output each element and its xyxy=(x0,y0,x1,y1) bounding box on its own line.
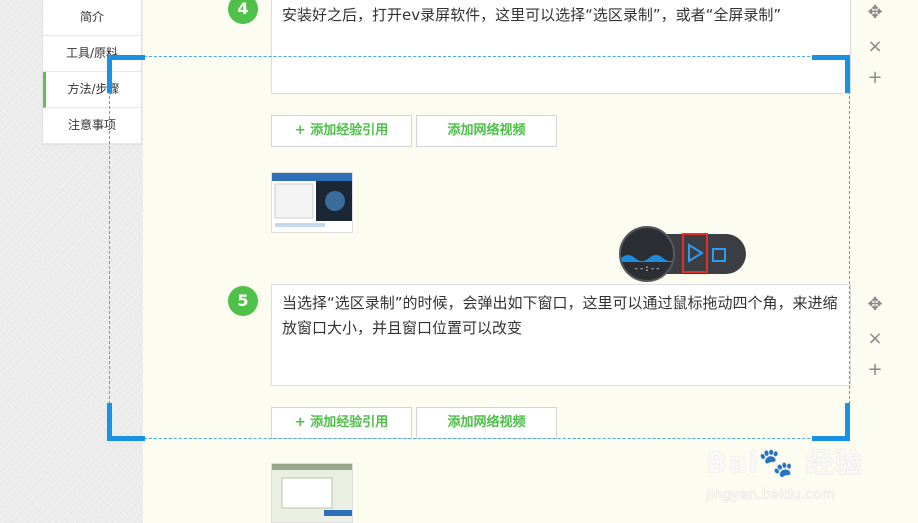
add-reference-button[interactable]: + 添加经验引用 xyxy=(271,407,412,439)
play-icon xyxy=(688,243,704,263)
close-icon[interactable]: × xyxy=(864,328,886,350)
step-text-editor[interactable]: 当选择“选区录制”的时候，会弹出如下窗口，这里可以通过鼠标拖动四个角，来进缩放窗… xyxy=(271,284,851,386)
step-text-editor[interactable]: 安装好之后，打开ev录屏软件，这里可以选择“选区录制”，或者“全屏录制” xyxy=(271,0,851,94)
recorder-status-dial: --:-- xyxy=(619,226,675,282)
move-icon[interactable]: ✥ xyxy=(864,294,886,316)
start-recording-button[interactable] xyxy=(682,233,708,273)
resize-handle-top-right[interactable] xyxy=(812,55,850,93)
close-icon[interactable]: × xyxy=(864,36,886,58)
step-image-thumbnail[interactable] xyxy=(271,463,353,523)
stop-icon[interactable] xyxy=(712,248,726,262)
resize-handle-bottom-right[interactable] xyxy=(812,403,850,441)
recording-timer: --:-- xyxy=(633,264,661,274)
resize-handle-bottom-left[interactable] xyxy=(107,403,145,441)
plus-icon[interactable]: + xyxy=(864,359,886,381)
watermark-url: jingyan.baidu.com xyxy=(706,487,836,503)
nav-item-notes[interactable]: 注意事项 xyxy=(43,108,141,144)
plus-icon[interactable]: + xyxy=(864,67,886,89)
step-number-badge: 5 xyxy=(228,286,258,316)
resize-handle-top-left[interactable] xyxy=(107,55,145,93)
watermark-logo: Bai🐾 经验 xyxy=(706,446,864,479)
add-reference-button[interactable]: + 添加经验引用 xyxy=(271,115,412,147)
baidu-jingyan-watermark: Bai🐾 经验 jingyan.baidu.com xyxy=(706,441,863,503)
add-video-button[interactable]: 添加网络视频 xyxy=(416,115,557,147)
step-image-thumbnail[interactable] xyxy=(271,172,353,233)
thumbnail-screenshot-image xyxy=(272,464,352,522)
thumbnail-screenshot-image xyxy=(272,173,352,232)
nav-item-intro[interactable]: 简介 xyxy=(43,0,141,36)
audio-wave-icon xyxy=(621,255,673,262)
add-video-button[interactable]: 添加网络视频 xyxy=(416,407,557,439)
move-icon[interactable]: ✥ xyxy=(864,2,886,24)
